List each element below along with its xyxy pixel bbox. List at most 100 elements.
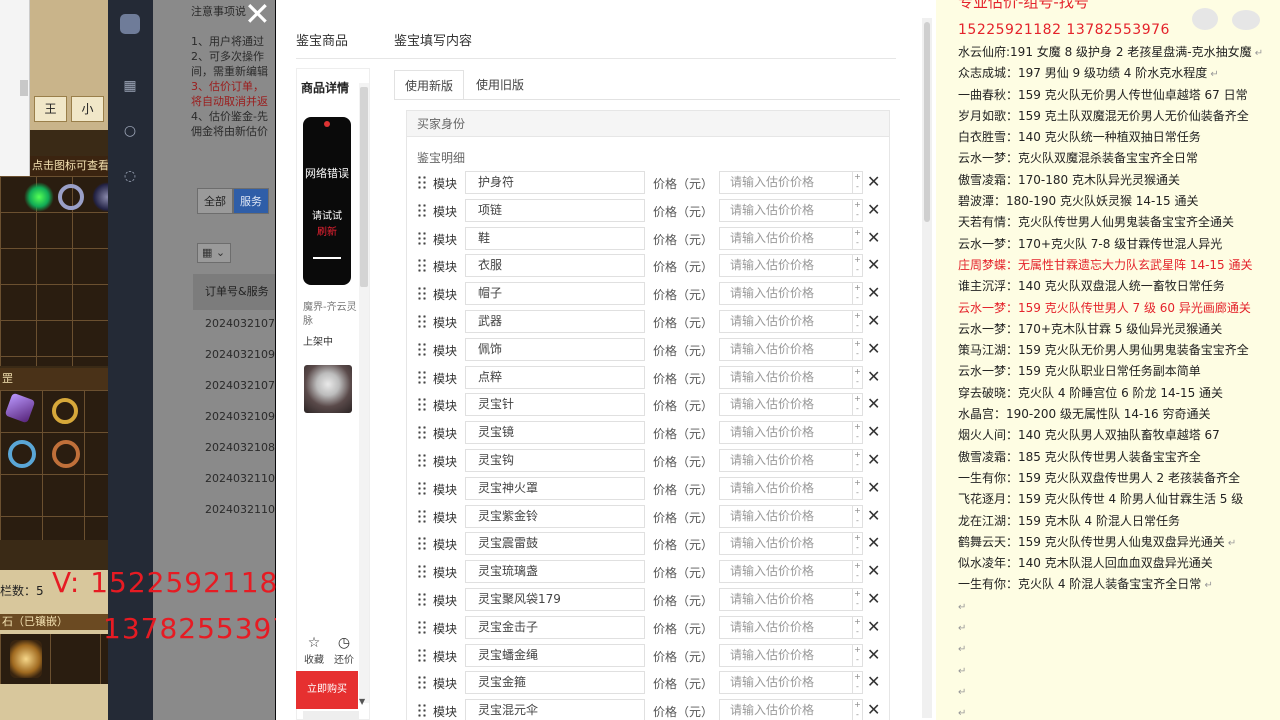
delete-row-icon[interactable]: ✕: [867, 253, 880, 277]
module-name-input[interactable]: 灵宝琉璃盏: [465, 560, 645, 584]
game-tab-1[interactable]: 王: [34, 96, 67, 122]
delete-row-icon[interactable]: ✕: [867, 392, 880, 416]
drag-handle-icon[interactable]: [417, 258, 427, 273]
module-name-input[interactable]: 帽子: [465, 282, 645, 306]
price-input[interactable]: 请输入估价价格: [719, 365, 853, 389]
tab-old-version[interactable]: 使用旧版: [466, 70, 534, 100]
price-input[interactable]: 请输入估价价格: [719, 587, 853, 611]
order-id[interactable]: 2024032108-d80zRkyuk: [205, 440, 275, 455]
tab-appraisal-goods[interactable]: 鉴宝商品: [296, 30, 348, 49]
delete-row-icon[interactable]: ✕: [867, 531, 880, 555]
price-input[interactable]: 请输入估价价格: [719, 337, 853, 361]
price-input[interactable]: 请输入估价价格: [719, 309, 853, 333]
order-id[interactable]: 2024032107-01-qgPFaHDFA: [205, 316, 275, 331]
module-name-input[interactable]: 灵宝针: [465, 393, 645, 417]
module-name-input[interactable]: 点粹: [465, 365, 645, 389]
price-stepper[interactable]: + -: [853, 282, 863, 306]
detail-scrollbar-thumb[interactable]: [360, 87, 368, 287]
buy-now-button[interactable]: 立即购买: [296, 671, 358, 709]
price-input[interactable]: 请输入估价价格: [719, 643, 853, 667]
delete-row-icon[interactable]: ✕: [867, 226, 880, 250]
price-stepper[interactable]: + -: [853, 643, 863, 667]
drag-handle-icon[interactable]: [417, 175, 427, 189]
tab-new-version[interactable]: 使用新版: [394, 70, 465, 100]
modal-scrollbar-thumb[interactable]: [924, 22, 930, 222]
price-stepper[interactable]: + -: [853, 421, 863, 445]
item-fire-ring-icon[interactable]: [52, 440, 80, 468]
delete-row-icon[interactable]: ✕: [867, 309, 880, 333]
drag-handle-icon[interactable]: [417, 313, 427, 328]
item-dark-icon[interactable]: [92, 182, 108, 212]
order-id[interactable]: 2024032110-w90q0dK7V: [205, 471, 275, 486]
module-name-input[interactable]: 鞋: [465, 226, 645, 250]
search-icon[interactable]: ○: [122, 123, 138, 139]
order-id[interactable]: 2024032107-01-MUCTAVNO1: [205, 378, 275, 393]
module-name-input[interactable]: 项链: [465, 198, 645, 222]
drag-handle-icon[interactable]: [417, 425, 427, 440]
price-stepper[interactable]: + -: [853, 587, 863, 611]
delete-row-icon[interactable]: ✕: [867, 670, 880, 694]
drag-handle-icon[interactable]: [417, 230, 427, 245]
price-stepper[interactable]: + -: [853, 504, 863, 528]
price-input[interactable]: 请输入估价价格: [719, 448, 853, 472]
drag-handle-icon[interactable]: [417, 591, 427, 606]
drag-handle-icon[interactable]: [417, 341, 427, 356]
close-icon[interactable]: ✕: [244, 0, 271, 30]
price-input[interactable]: 请输入估价价格: [719, 393, 853, 417]
item-ring-icon[interactable]: [58, 184, 84, 210]
price-input[interactable]: 请输入估价价格: [719, 560, 853, 584]
bargain-button[interactable]: ◷ 还价: [329, 635, 359, 666]
building-icon[interactable]: ▦: [122, 78, 138, 94]
price-input[interactable]: 请输入估价价格: [719, 198, 853, 222]
price-stepper[interactable]: + -: [853, 365, 863, 389]
detail-hscrollbar[interactable]: [303, 711, 359, 719]
order-id[interactable]: 2024032109-03-pSvCKuRw5: [205, 347, 275, 362]
delete-row-icon[interactable]: ✕: [867, 615, 880, 639]
price-stepper[interactable]: + -: [853, 254, 863, 278]
price-stepper[interactable]: + -: [853, 337, 863, 361]
price-input[interactable]: 请输入估价价格: [719, 532, 853, 556]
price-stepper[interactable]: + -: [853, 226, 863, 250]
drag-handle-icon[interactable]: [417, 564, 427, 579]
price-stepper[interactable]: + -: [853, 476, 863, 500]
module-name-input[interactable]: 灵宝金击子: [465, 615, 645, 639]
filter-all[interactable]: 全部: [197, 188, 233, 214]
price-input[interactable]: 请输入估价价格: [719, 254, 853, 278]
module-name-input[interactable]: 灵宝金箍: [465, 671, 645, 695]
drag-handle-icon[interactable]: [417, 452, 427, 467]
price-input[interactable]: 请输入估价价格: [719, 504, 853, 528]
module-name-input[interactable]: 武器: [465, 309, 645, 333]
order-id[interactable]: 2024032109-03-fyEPu11EKq: [205, 409, 275, 424]
tab-appraisal-content[interactable]: 鉴宝填写内容: [394, 30, 472, 49]
price-input[interactable]: 请输入估价价格: [719, 171, 853, 194]
delete-row-icon[interactable]: ✕: [867, 448, 880, 472]
price-stepper[interactable]: + -: [853, 532, 863, 556]
price-stepper[interactable]: + -: [853, 560, 863, 584]
view-dropdown[interactable]: ▦ ⌄: [197, 243, 231, 263]
price-stepper[interactable]: + -: [853, 615, 863, 639]
module-name-input[interactable]: 灵宝聚风袋179: [465, 587, 645, 611]
price-input[interactable]: 请输入估价价格: [719, 699, 853, 720]
price-stepper[interactable]: + -: [853, 699, 863, 720]
module-name-input[interactable]: 灵宝神火罩: [465, 476, 645, 500]
delete-row-icon[interactable]: ✕: [867, 643, 880, 667]
item-gold-ring-icon[interactable]: [52, 398, 78, 424]
user-icon[interactable]: ◌: [122, 168, 138, 184]
favorite-button[interactable]: ☆ 收藏: [299, 635, 329, 666]
item-blue-ring-icon[interactable]: [8, 440, 36, 468]
delete-row-icon[interactable]: ✕: [867, 170, 880, 194]
delete-row-icon[interactable]: ✕: [867, 420, 880, 444]
delete-row-icon[interactable]: ✕: [867, 504, 880, 528]
price-input[interactable]: 请输入估价价格: [719, 615, 853, 639]
drag-handle-icon[interactable]: [417, 619, 427, 634]
price-input[interactable]: 请输入估价价格: [719, 421, 853, 445]
drag-handle-icon[interactable]: [417, 675, 427, 690]
delete-row-icon[interactable]: ✕: [867, 559, 880, 583]
price-input[interactable]: 请输入估价价格: [719, 476, 853, 500]
delete-row-icon[interactable]: ✕: [867, 476, 880, 500]
drag-handle-icon[interactable]: [417, 286, 427, 301]
delete-row-icon[interactable]: ✕: [867, 587, 880, 611]
module-name-input[interactable]: 护身符: [465, 171, 645, 194]
seller-avatar[interactable]: [304, 365, 352, 413]
module-name-input[interactable]: 灵宝镜: [465, 421, 645, 445]
